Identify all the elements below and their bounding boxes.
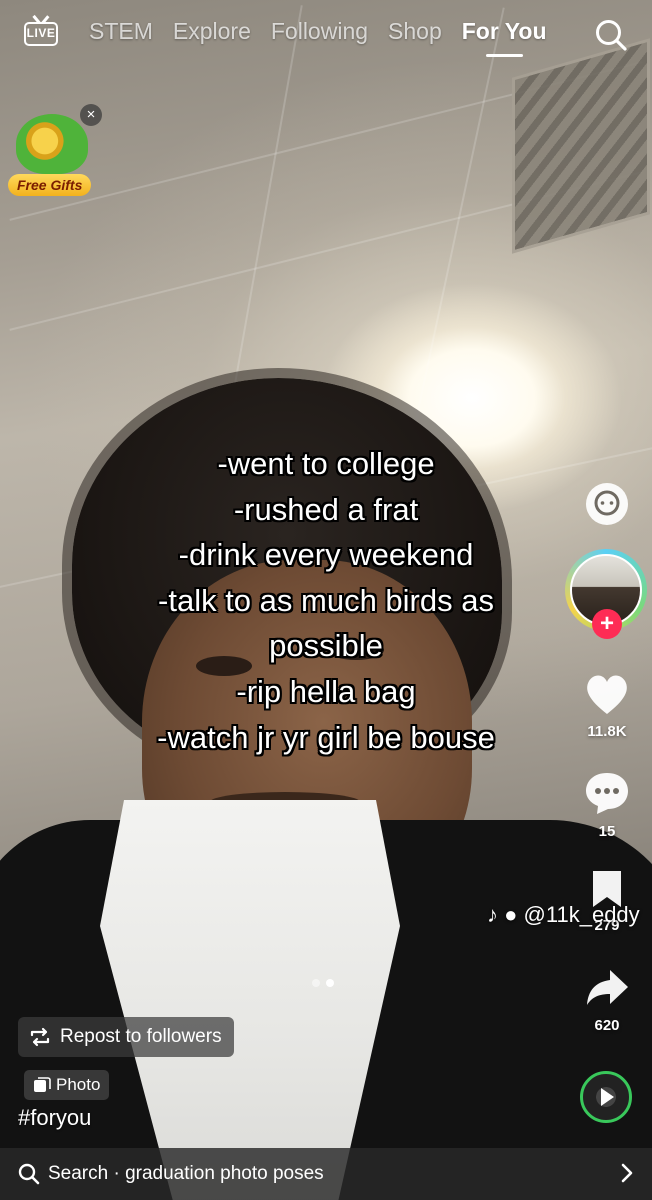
related-search-text: Search · graduation photo poses bbox=[48, 1163, 324, 1184]
hashtag-link[interactable]: #foryou bbox=[18, 1105, 91, 1131]
creator-handle-tag[interactable]: ♪ ● @11k_eddy bbox=[487, 902, 640, 928]
creator-handle: @11k_eddy bbox=[523, 902, 640, 927]
repost-button[interactable]: Repost to followers bbox=[18, 1017, 234, 1057]
caption-line: -talk to as much birds as bbox=[158, 582, 494, 618]
caption-line: -watch jr yr girl be bouse bbox=[157, 719, 495, 755]
related-search-bar[interactable]: Search · graduation photo poses bbox=[0, 1148, 652, 1200]
repost-icon bbox=[30, 1027, 50, 1047]
tab-stem[interactable]: STEM bbox=[89, 18, 153, 45]
tab-explore[interactable]: Explore bbox=[173, 18, 251, 45]
photo-chip-label: Photo bbox=[56, 1075, 101, 1094]
music-disc-button[interactable] bbox=[580, 1071, 632, 1123]
chat-bubble-icon bbox=[586, 483, 628, 525]
carousel-dot[interactable] bbox=[312, 979, 320, 987]
share-icon bbox=[587, 970, 628, 1005]
live-button[interactable]: LIVE bbox=[24, 22, 58, 46]
gift-coins-icon bbox=[16, 114, 88, 174]
person-icon: ● bbox=[504, 902, 518, 927]
comment-count: 15 bbox=[598, 823, 616, 840]
carousel-dots bbox=[312, 974, 340, 992]
repost-label: Repost to followers bbox=[60, 1026, 222, 1047]
caption-line: possible bbox=[269, 628, 383, 664]
free-gifts-widget[interactable]: Free Gifts × bbox=[8, 100, 108, 200]
feed-tabs: STEM Explore Following Shop For You bbox=[89, 18, 567, 57]
search-icon[interactable] bbox=[594, 18, 628, 52]
comment-button[interactable]: 15 bbox=[565, 770, 649, 840]
chat-button[interactable] bbox=[565, 480, 649, 533]
share-button[interactable]: 620 bbox=[565, 966, 649, 1034]
ceiling-vent bbox=[512, 38, 650, 254]
tab-for-you[interactable]: For You bbox=[462, 18, 547, 57]
like-button[interactable]: 11.8K bbox=[565, 672, 649, 740]
caption-line: -drink every weekend bbox=[178, 537, 474, 573]
search-icon bbox=[18, 1163, 40, 1185]
carousel-dot-active[interactable] bbox=[326, 979, 334, 987]
free-gifts-label: Free Gifts bbox=[8, 174, 92, 196]
tab-shop[interactable]: Shop bbox=[388, 18, 442, 45]
tab-following[interactable]: Following bbox=[271, 18, 368, 45]
caption-line: -rushed a frat bbox=[233, 491, 419, 527]
chevron-right-icon bbox=[621, 1163, 633, 1183]
like-count: 11.8K bbox=[587, 723, 627, 740]
close-icon[interactable]: × bbox=[80, 104, 102, 126]
caption-line: -rip hella bag bbox=[236, 673, 416, 709]
play-icon bbox=[601, 1088, 614, 1106]
heart-icon bbox=[587, 675, 627, 714]
top-navigation: LIVE STEM Explore Following Shop For You bbox=[0, 0, 652, 70]
post-caption-overlay: -went to college -rushed a frat -drink e… bbox=[60, 441, 592, 760]
live-label: LIVE bbox=[26, 26, 56, 40]
comment-icon bbox=[586, 773, 628, 814]
caption-line: -went to college bbox=[217, 446, 435, 481]
photo-type-chip: Photo bbox=[24, 1070, 110, 1100]
share-count: 620 bbox=[594, 1017, 620, 1034]
follow-button[interactable]: + bbox=[592, 609, 622, 639]
tiktok-logo-icon: ♪ bbox=[487, 902, 498, 927]
photo-stack-icon bbox=[34, 1077, 51, 1092]
